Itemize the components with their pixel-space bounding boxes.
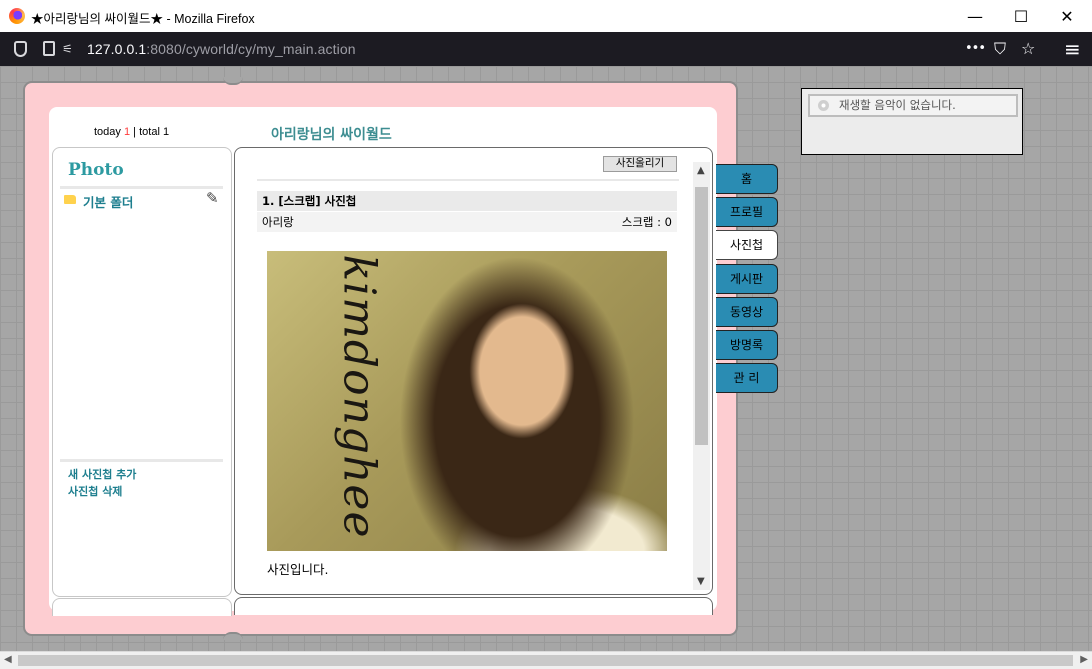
tab-admin[interactable]: 관 리 (716, 363, 778, 393)
photo-post-panel: 사진올리기 1. [스크랩] 사진첩 아리랑 스크랩 : 0 kimdonghe… (234, 147, 713, 595)
maximize-button[interactable]: ☐ (998, 0, 1044, 32)
visitor-counter: today 1 | total 1 (94, 126, 169, 138)
scrap-count[interactable]: 스크랩 : 0 (622, 212, 672, 232)
edit-pencil-icon[interactable]: ✎ (206, 189, 219, 207)
post-photo: kimdonghee (267, 251, 667, 551)
sidebar-divider (60, 186, 223, 189)
post-bottom-box (234, 597, 713, 615)
address-bar[interactable]: 127.0.0.1:8080/cyworld/cy/my_main.action (87, 41, 356, 57)
tab-photo[interactable]: 사진첩 (716, 230, 778, 260)
frame-notch-top (223, 77, 243, 85)
music-status: 재생할 음악이 없습니다. (839, 98, 956, 112)
sidebar-bottom-box (52, 598, 232, 616)
tab-home[interactable]: 홈 (716, 164, 778, 194)
music-disc-icon (818, 100, 829, 111)
total-label: total (139, 126, 160, 138)
counter-divider: | (133, 126, 137, 138)
tab-profile[interactable]: 프로필 (716, 197, 778, 227)
music-player: 재생할 음악이 없습니다. (801, 88, 1023, 155)
post-author[interactable]: 아리랑 (262, 212, 294, 232)
post-meta: 아리랑 스크랩 : 0 (257, 212, 677, 232)
post-scrollbar[interactable]: ▲ ▼ (693, 162, 710, 590)
url-path: :8080/cyworld/cy/my_main.action (146, 41, 356, 57)
minihompy-frame: today 1 | total 1 아리랑님의 싸이월드 Photo 기본 폴더… (23, 77, 738, 640)
photo-signature: kimdonghee (333, 254, 385, 539)
page-info-icon[interactable] (43, 41, 55, 56)
horizontal-scrollbar-thumb[interactable] (18, 655, 1073, 666)
photo-heading: Photo (68, 160, 124, 180)
folder-label: 기본 폴더 (83, 195, 134, 210)
minimize-button[interactable]: — (952, 0, 998, 32)
page-horizontal-scrollbar[interactable]: ◀ ▶ (0, 651, 1092, 669)
post-title: 1. [스크랩] 사진첩 (257, 191, 677, 211)
sidebar-divider (60, 459, 223, 462)
upload-photo-button[interactable]: 사진올리기 (603, 156, 677, 172)
tab-video[interactable]: 동영상 (716, 297, 778, 327)
window-titlebar: ★아리랑님의 싸이월드★ - Mozilla Firefox — ☐ ✕ (0, 0, 1092, 32)
tab-guestbook[interactable]: 방명록 (716, 330, 778, 360)
pocket-icon[interactable]: ⛉ (994, 38, 1006, 60)
delete-album-link[interactable]: 사진첩 삭제 (68, 483, 122, 499)
scrollbar-thumb[interactable] (695, 187, 708, 445)
app-menu-button[interactable]: ≡ (1064, 38, 1081, 60)
scroll-left-icon[interactable]: ◀ (4, 654, 12, 665)
tracking-shield-icon[interactable] (14, 41, 27, 57)
folder-icon (64, 195, 76, 204)
today-label: today (94, 126, 121, 138)
permissions-icon[interactable]: ⚟ (62, 43, 73, 55)
url-host: 127.0.0.1 (87, 41, 147, 57)
site-title[interactable]: 아리랑님의 싸이월드 (271, 124, 392, 144)
bookmark-star-icon[interactable]: ☆ (1021, 38, 1035, 60)
total-count: 1 (162, 126, 170, 138)
frame-notch-bottom (223, 632, 243, 640)
folder-item-default[interactable]: 기본 폴더 (64, 192, 133, 211)
window-title: ★아리랑님의 싸이월드★ - Mozilla Firefox (31, 12, 255, 26)
post-divider (257, 179, 679, 181)
scroll-up-icon[interactable]: ▲ (697, 165, 705, 176)
add-album-link[interactable]: 새 사진첩 추가 (68, 466, 136, 482)
photo-caption: 사진입니다. (267, 562, 329, 577)
album-sidebar: Photo 기본 폴더 ✎ 새 사진첩 추가 사진첩 삭제 (52, 147, 232, 597)
scroll-right-icon[interactable]: ▶ (1080, 654, 1088, 665)
close-button[interactable]: ✕ (1044, 0, 1090, 32)
page-content: today 1 | total 1 아리랑님의 싸이월드 Photo 기본 폴더… (0, 66, 1092, 651)
tab-board[interactable]: 게시판 (716, 264, 778, 294)
today-count: 1 (123, 126, 131, 138)
scroll-down-icon[interactable]: ▼ (697, 576, 705, 587)
page-actions-button[interactable]: ••• (965, 38, 986, 60)
music-status-box[interactable]: 재생할 음악이 없습니다. (808, 94, 1018, 117)
firefox-logo-icon (9, 8, 25, 24)
browser-navbar: ⚟ 127.0.0.1:8080/cyworld/cy/my_main.acti… (0, 32, 1092, 66)
